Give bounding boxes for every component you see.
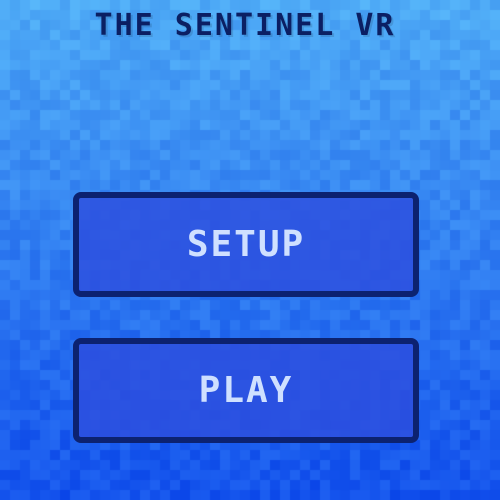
setup-button-label: SETUP (186, 224, 306, 265)
play-button[interactable]: PLAY (73, 338, 419, 443)
setup-button[interactable]: SETUP (73, 192, 419, 297)
play-button-label: PLAY (198, 370, 294, 411)
game-title: THE SENTINEL VR (94, 8, 396, 43)
